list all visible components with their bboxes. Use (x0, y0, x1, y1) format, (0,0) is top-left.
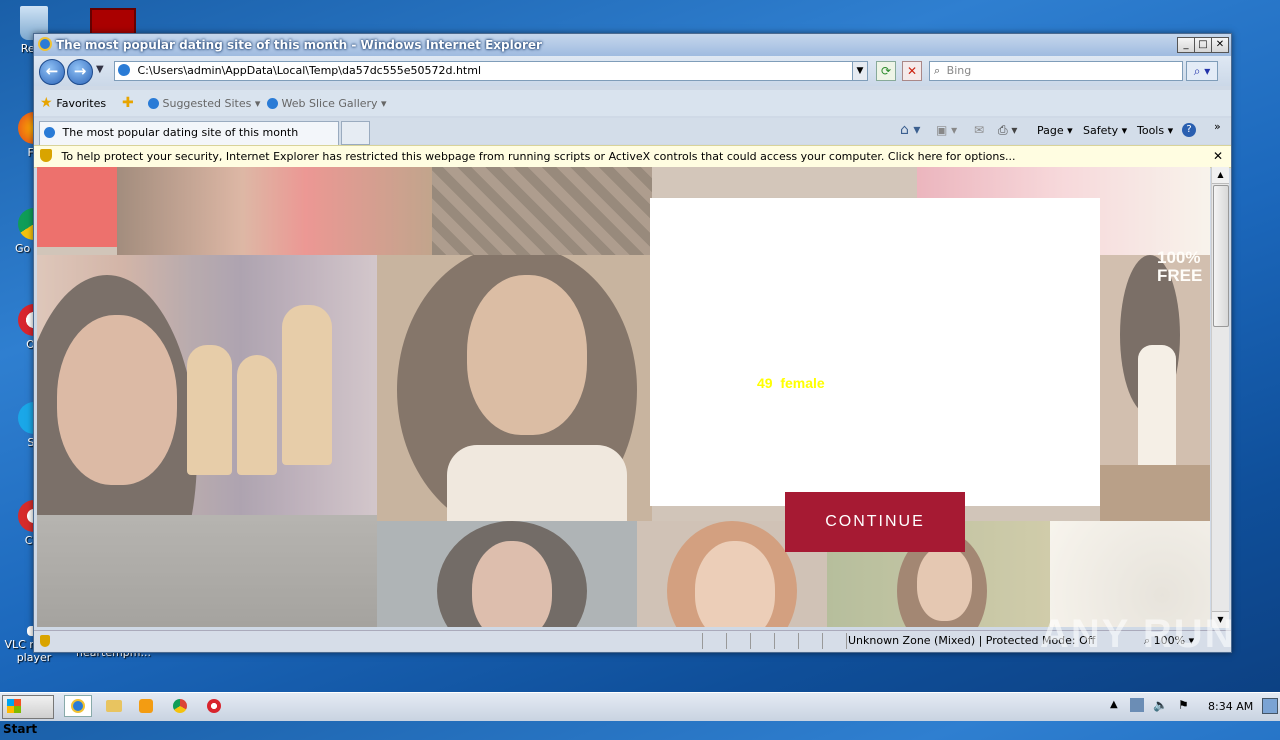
scroll-thumb[interactable] (1213, 185, 1229, 327)
security-infobar[interactable]: To help protect your security, Internet … (34, 145, 1231, 168)
infobar-close-icon[interactable]: ✕ (1213, 146, 1223, 167)
tab-ie-icon (44, 127, 55, 138)
show-hidden-icons[interactable]: ▲ (1110, 699, 1118, 710)
favorites-star-icon: ★ (40, 95, 53, 111)
tab-active[interactable]: The most popular dating site of this mon… (39, 121, 339, 145)
modal-text: 49 female (757, 375, 825, 391)
folder-icon (106, 700, 122, 712)
search-field[interactable]: ⌕ Bing (929, 61, 1183, 81)
ie-icon (71, 699, 85, 713)
show-desktop-button[interactable] (1262, 698, 1278, 714)
recent-pages-dropdown[interactable]: ▼ (96, 64, 104, 75)
page-menu[interactable]: Page ▾ (1037, 124, 1073, 137)
search-button[interactable]: ⌕ ▾ (1186, 61, 1218, 81)
stop-button[interactable]: ✕ (902, 61, 922, 81)
back-button[interactable]: ← (39, 59, 65, 85)
safety-menu-label: Safety (1083, 124, 1119, 137)
feeds-icon[interactable]: ▣ ▾ (936, 123, 957, 137)
action-center-flag-icon[interactable]: ⚑ (1178, 698, 1189, 712)
address-text: C:\Users\admin\AppData\Local\Temp\da57dc… (137, 64, 482, 77)
shield-icon (40, 149, 52, 162)
ie-window: The most popular dating site of this mon… (33, 33, 1232, 653)
volume-icon[interactable]: 🔈 (1153, 698, 1168, 712)
web-slice-gallery-link[interactable]: Web Slice Gallery ▾ (267, 97, 387, 110)
tools-menu-label: Tools (1137, 124, 1165, 137)
add-favorite-icon[interactable]: ✚ (122, 95, 134, 111)
taskbar-media-player-button[interactable] (132, 695, 160, 717)
start-label: Start (3, 722, 38, 736)
page-menu-label: Page (1037, 124, 1064, 137)
maximize-button[interactable]: □ (1194, 37, 1212, 53)
minimize-button[interactable]: _ (1177, 37, 1195, 53)
media-player-icon (139, 699, 153, 713)
forward-button[interactable]: → (67, 59, 93, 85)
popup-modal: 49 female (650, 198, 1100, 506)
taskbar-ie-button[interactable] (64, 695, 92, 717)
address-dropdown-icon[interactable]: ▼ (852, 62, 867, 80)
tools-menu[interactable]: Tools ▾ (1137, 124, 1173, 137)
page-icon (118, 64, 130, 76)
suggested-sites-label: Suggested Sites (162, 97, 252, 110)
vertical-scrollbar[interactable]: ▲ ▼ (1211, 167, 1229, 628)
taskbar: Start ▲ 🔈 ⚑ 8:34 AM (0, 692, 1280, 736)
close-button[interactable]: ✕ (1211, 37, 1229, 53)
address-field[interactable]: C:\Users\admin\AppData\Local\Temp\da57dc… (114, 61, 868, 81)
favorites-button[interactable]: ★ Favorites (40, 95, 106, 111)
title-bar[interactable]: The most popular dating site of this mon… (34, 34, 1231, 56)
ie-page-icon (148, 98, 159, 109)
taskbar-explorer-button[interactable] (100, 695, 128, 717)
network-icon[interactable] (1130, 698, 1144, 712)
status-shield-icon (40, 635, 50, 647)
taskbar-opera-button[interactable] (200, 695, 228, 717)
tab-row: The most popular dating site of this mon… (34, 118, 1231, 145)
address-bar-row: ← → ▼ C:\Users\admin\AppData\Local\Temp\… (34, 56, 1231, 86)
tab-title: The most popular dating site of this mon… (62, 126, 299, 139)
ie-logo-icon (38, 37, 52, 51)
page-content: 100% FREE 49 female CONTINUE (37, 167, 1210, 627)
safety-menu[interactable]: Safety ▾ (1083, 124, 1127, 137)
suggested-sites-link[interactable]: Suggested Sites ▾ (148, 97, 260, 110)
window-title: The most popular dating site of this mon… (56, 38, 542, 52)
web-slice-gallery-label: Web Slice Gallery (281, 97, 378, 110)
chevron-more-icon[interactable]: » (1214, 120, 1221, 133)
help-icon[interactable]: ? (1182, 123, 1196, 137)
anyrun-watermark: ANY RUN (1040, 612, 1236, 656)
home-icon[interactable]: ⌂ ▾ (900, 122, 920, 138)
search-icon: ⌕ (934, 64, 941, 77)
mail-icon[interactable]: ✉ (974, 123, 984, 137)
favorites-label: Favorites (56, 97, 107, 110)
scroll-up-arrow[interactable]: ▲ (1212, 167, 1229, 184)
start-button[interactable]: Start (2, 695, 54, 736)
print-icon[interactable]: ⎙ ▾ (998, 123, 1017, 138)
infobar-text: To help protect your security, Internet … (61, 150, 1016, 163)
chrome-icon (173, 699, 187, 713)
windows-logo-icon (7, 699, 21, 713)
new-tab-button[interactable] (341, 121, 370, 145)
clock[interactable]: 8:34 AM (1208, 700, 1253, 713)
ie-page-icon (267, 98, 278, 109)
favorites-bar: ★ Favorites ✚ Suggested Sites ▾ Web Slic… (34, 90, 1231, 116)
continue-button[interactable]: CONTINUE (785, 492, 965, 552)
taskbar-chrome-button[interactable] (166, 695, 194, 717)
refresh-button[interactable]: ⟳ (876, 61, 896, 81)
search-placeholder: Bing (946, 64, 972, 77)
opera-icon (207, 699, 221, 713)
status-pane-dividers (702, 633, 847, 649)
